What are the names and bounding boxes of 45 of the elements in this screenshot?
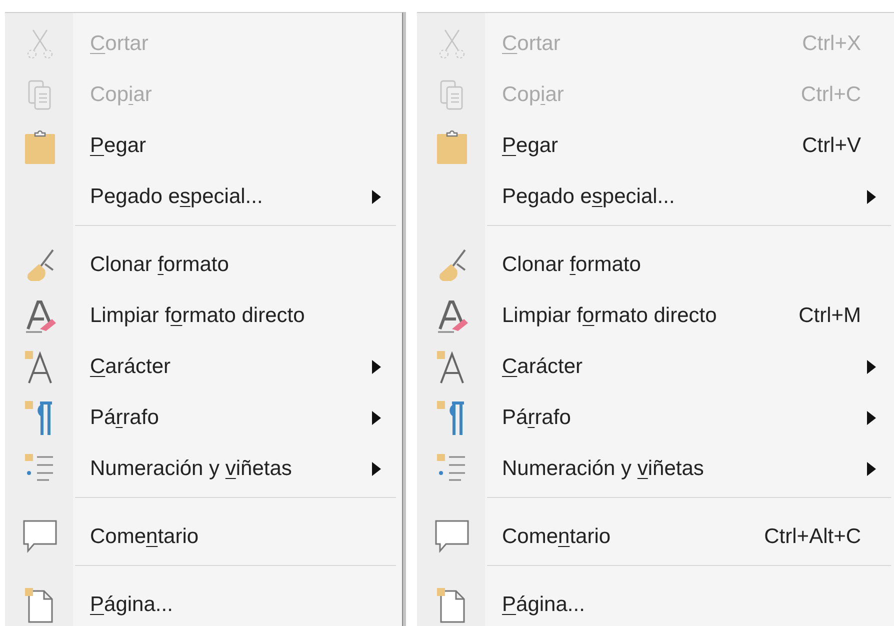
menu-item[interactable]: Párrafo <box>5 392 402 443</box>
clipboard-icon <box>436 128 468 164</box>
shortcut-text: Ctrl+M <box>798 304 861 328</box>
menu-item[interactable]: Página... <box>417 579 894 626</box>
shortcut-text: Ctrl+X <box>801 32 861 56</box>
clipboard-icon <box>24 128 56 164</box>
page-icon <box>24 586 56 622</box>
submenu-arrow-icon <box>867 410 876 424</box>
submenu-arrow-icon <box>372 462 381 476</box>
menu-item[interactable]: Carácter <box>417 341 894 392</box>
page-icon <box>436 586 468 622</box>
menu-item[interactable]: Pegado especial... <box>417 171 894 222</box>
clear-formatting-icon <box>24 298 56 332</box>
submenu-arrow-icon <box>372 410 381 424</box>
copy-icon <box>439 78 465 110</box>
copy-icon <box>27 78 53 110</box>
submenu-arrow-icon <box>867 190 876 204</box>
paintbrush-icon <box>437 248 467 282</box>
comment-icon <box>434 518 470 554</box>
menu-item[interactable]: Carácter <box>5 341 402 392</box>
menu-item[interactable]: Limpiar formato directo <box>5 290 402 341</box>
paintbrush-icon <box>25 248 55 282</box>
clear-formatting-icon <box>436 298 468 332</box>
shortcut-text: Ctrl+V <box>801 134 861 158</box>
submenu-arrow-icon <box>867 360 876 374</box>
menu-item[interactable]: Pegar <box>5 120 402 171</box>
submenu-arrow-icon <box>372 190 381 204</box>
menu-item[interactable]: Página... <box>5 579 402 626</box>
menu-item[interactable]: Párrafo <box>417 392 894 443</box>
menu-item[interactable]: Numeración y viñetas <box>417 443 894 494</box>
submenu-arrow-icon <box>867 462 876 476</box>
shortcut-text: Ctrl+C <box>800 82 861 106</box>
menu-item[interactable]: Pegado especial... <box>5 171 402 222</box>
menu-item[interactable]: Limpiar formato directo Ctrl+M <box>417 290 894 341</box>
scissors-icon <box>438 28 466 60</box>
scissors-icon <box>26 28 54 60</box>
shortcut-text: Ctrl+Alt+C <box>763 524 861 548</box>
menu-item[interactable]: Comentario <box>5 511 402 562</box>
menu-item[interactable]: Clonar formato <box>417 239 894 290</box>
comment-icon <box>22 518 58 554</box>
menu-item[interactable]: Numeración y viñetas <box>5 443 402 494</box>
submenu-arrow-icon <box>372 360 381 374</box>
menu-item[interactable]: Pegar Ctrl+V <box>417 120 894 171</box>
menu-item[interactable]: Clonar formato <box>5 239 402 290</box>
menu-item[interactable]: Comentario Ctrl+Alt+C <box>417 511 894 562</box>
